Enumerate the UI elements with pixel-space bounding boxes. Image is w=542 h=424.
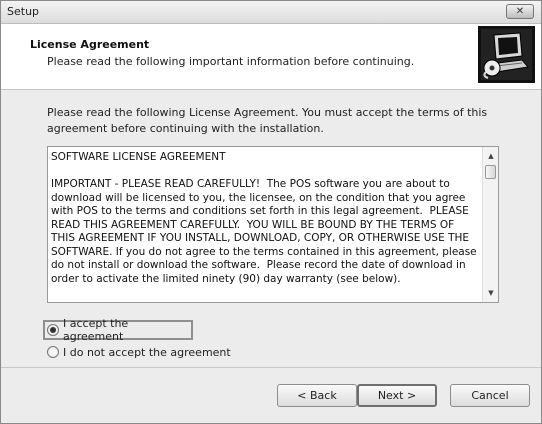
license-text: SOFTWARE LICENSE AGREEMENT IMPORTANT - P… (51, 151, 479, 286)
close-icon: ✕ (515, 6, 525, 17)
accept-option[interactable]: I accept the agreement (43, 317, 193, 343)
license-textbox[interactable]: SOFTWARE LICENSE AGREEMENT IMPORTANT - P… (47, 146, 499, 303)
decline-radio[interactable] (47, 346, 59, 358)
accept-label[interactable]: I accept the agreement (63, 317, 191, 343)
footer-divider (1, 367, 541, 368)
close-button[interactable]: ✕ (506, 4, 534, 19)
scroll-down-icon[interactable]: ▼ (483, 286, 498, 300)
back-button[interactable]: < Back (277, 384, 357, 407)
cancel-button[interactable]: Cancel (450, 384, 530, 407)
scroll-up-icon[interactable]: ▲ (483, 149, 498, 163)
next-button[interactable]: Next > (357, 384, 437, 407)
scroll-thumb[interactable] (485, 165, 496, 179)
license-body: IMPORTANT - PLEASE READ CAREFULLY! The P… (51, 178, 480, 285)
wizard-header: License Agreement Please read the follow… (1, 24, 541, 90)
setup-window: Setup ✕ License Agreement Please read th… (0, 0, 542, 424)
page-title: License Agreement (30, 38, 150, 51)
accept-radio[interactable] (47, 324, 59, 336)
setup-computer-icon (478, 26, 535, 83)
intro-text: Please read the following License Agreem… (47, 106, 488, 135)
page-subtitle: Please read the following important info… (47, 55, 415, 68)
license-scrollbar[interactable]: ▲ ▼ (482, 147, 498, 302)
decline-option[interactable]: I do not accept the agreement (47, 343, 231, 361)
title-bar: Setup ✕ (1, 1, 541, 24)
window-title: Setup (7, 5, 40, 18)
license-heading: SOFTWARE LICENSE AGREEMENT (51, 151, 226, 163)
decline-label[interactable]: I do not accept the agreement (63, 346, 231, 359)
